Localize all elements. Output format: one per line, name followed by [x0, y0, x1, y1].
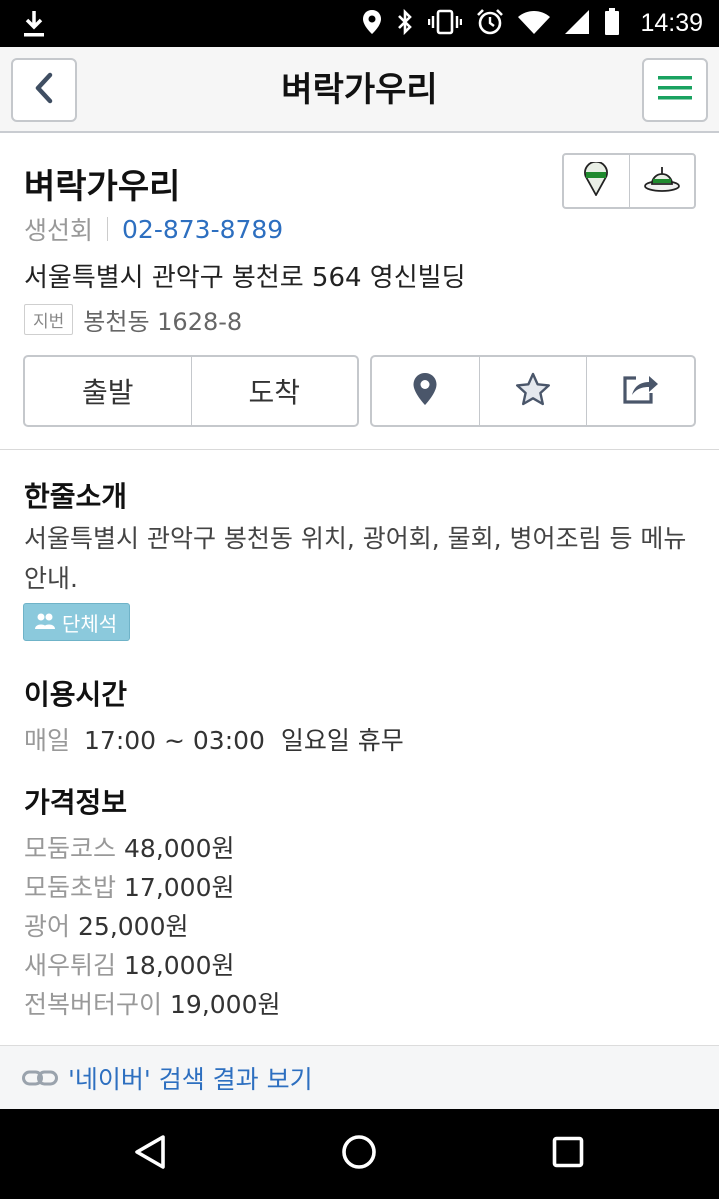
place-details: 한줄소개 서울특별시 관악구 봉천동 위치, 광어회, 물회, 병어조림 등 메… — [0, 451, 719, 1045]
price-item: 전복버터구이 19,000원 — [24, 985, 281, 1024]
group-people-icon — [34, 612, 56, 632]
hours-day-label: 매일 — [24, 726, 71, 755]
share-icon — [622, 373, 660, 409]
page-title: 벼락가우리 — [281, 70, 438, 110]
satellite-button[interactable] — [628, 155, 695, 207]
hours-note: 일요일 휴무 — [280, 726, 404, 755]
status-time: 14:39 — [640, 9, 703, 37]
price-name: 모둠초밥 — [24, 873, 117, 902]
hours-heading: 이용시간 — [24, 678, 128, 711]
road-address: 서울특별시 관악구 봉천로 564 영신빌딩 — [24, 263, 466, 293]
arrive-button[interactable]: 도착 — [190, 357, 358, 425]
star-icon — [515, 372, 551, 410]
price-value: 25,000원 — [78, 912, 189, 941]
start-button[interactable]: 출발 — [25, 357, 191, 425]
bluetooth-icon — [396, 8, 414, 40]
share-button[interactable] — [586, 357, 694, 425]
location-button[interactable] — [372, 357, 479, 425]
favorite-button[interactable] — [478, 357, 587, 425]
signal-icon — [564, 9, 590, 39]
status-icons: 14:39 — [362, 0, 703, 47]
price-item: 모둠초밥 17,000원 — [24, 868, 281, 907]
price-value: 17,000원 — [124, 873, 235, 902]
place-info: 벼락가우리 생선회 02-873-8789 서울특별시 관악구 봉천로 564 … — [0, 135, 719, 450]
price-heading: 가격정보 — [24, 786, 128, 819]
route-buttons: 출발 도착 — [23, 355, 359, 427]
status-bar: 14:39 — [0, 0, 719, 47]
price-item: 모둠코스 48,000원 — [24, 829, 281, 868]
link-icon — [22, 1068, 58, 1088]
price-name: 새우튀김 — [24, 951, 117, 980]
jibun-row: 지번 봉천동 1628-8 — [24, 302, 242, 337]
price-value: 48,000원 — [124, 834, 235, 863]
phone-link[interactable]: 02-873-8789 — [122, 215, 283, 244]
battery-icon — [604, 7, 620, 40]
menu-button[interactable] — [642, 58, 708, 122]
price-value: 19,000원 — [170, 990, 281, 1019]
nav-home-button[interactable] — [314, 1109, 404, 1199]
intro-heading: 한줄소개 — [24, 480, 128, 513]
back-triangle-icon — [133, 1134, 167, 1174]
price-value: 18,000원 — [124, 951, 235, 980]
price-name: 전복버터구이 — [24, 990, 163, 1019]
nav-back-button[interactable] — [105, 1109, 195, 1199]
map-view-buttons — [562, 153, 696, 209]
nav-recents-button[interactable] — [523, 1109, 613, 1199]
map-pin-icon — [583, 160, 609, 200]
hours-row: 매일 17:00 ~ 03:00 일요일 휴무 — [24, 721, 404, 757]
price-name: 모둠코스 — [24, 834, 117, 863]
hamburger-menu-icon — [658, 75, 692, 105]
action-buttons — [370, 355, 696, 427]
price-item: 광어 25,000원 — [24, 907, 281, 946]
hours-time: 17:00 ~ 03:00 — [84, 726, 265, 755]
jibun-address: 봉천동 1628-8 — [83, 308, 243, 336]
price-name: 광어 — [24, 912, 71, 941]
wifi-icon — [518, 10, 551, 38]
intro-text: 서울특별시 관악구 봉천동 위치, 광어회, 물회, 병어조림 등 메뉴 안내. — [24, 524, 687, 593]
download-icon — [22, 9, 46, 43]
divider — [107, 217, 109, 241]
location-icon — [412, 372, 438, 410]
price-item: 새우튀김 18,000원 — [24, 946, 281, 985]
naver-search-link-label: '네이버' 검색 결과 보기 — [68, 1064, 313, 1094]
back-button[interactable] — [11, 58, 77, 122]
vibrate-icon — [428, 9, 463, 39]
category-label: 생선회 — [24, 216, 94, 245]
alarm-icon — [476, 8, 504, 40]
category-phone-row: 생선회 02-873-8789 — [24, 211, 283, 247]
app-header: 벼락가우리 — [0, 47, 719, 133]
map-pin-button[interactable] — [564, 155, 629, 207]
group-seating-badge: 단체석 — [23, 603, 131, 641]
naver-search-link[interactable]: '네이버' 검색 결과 보기 — [0, 1045, 719, 1109]
location-icon — [362, 9, 382, 39]
system-nav-bar — [0, 1109, 719, 1199]
satellite-icon — [643, 164, 681, 198]
badge-label: 단체석 — [62, 611, 118, 636]
chevron-left-icon — [33, 72, 55, 108]
home-circle-icon — [341, 1134, 377, 1174]
recents-square-icon — [552, 1136, 584, 1172]
price-list: 모둠코스 48,000원 모둠초밥 17,000원 광어 25,000원 새우튀김 18… — [24, 829, 281, 1024]
place-name: 벼락가우리 — [24, 167, 181, 207]
jibun-tag: 지번 — [24, 304, 74, 335]
